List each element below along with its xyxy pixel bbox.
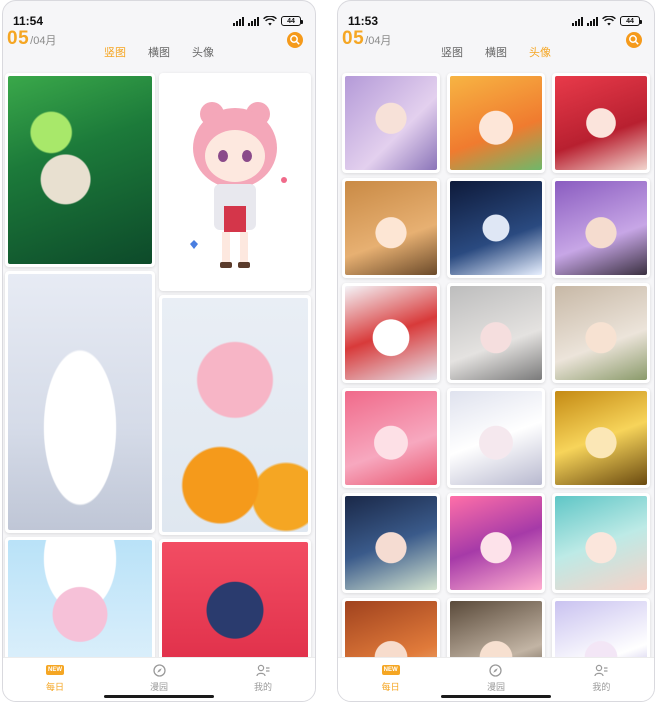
- wallpaper-masonry-grid: [3, 69, 315, 659]
- avatar-image: [345, 391, 437, 485]
- search-icon: [629, 35, 639, 45]
- profile-icon: [255, 663, 271, 677]
- avatar-card[interactable]: [552, 598, 650, 659]
- nav-label: 漫园: [486, 682, 505, 692]
- search-icon: [290, 35, 300, 45]
- wifi-icon: [602, 16, 616, 26]
- phone-screen-avatars: 11:53 44 05 /04月 竖图 横图 头像 NEW 每日 漫园 我的: [337, 0, 655, 702]
- status-icons: 44: [233, 16, 303, 26]
- wallpaper-card[interactable]: [5, 73, 155, 267]
- nav-mine[interactable]: 我的: [211, 658, 315, 701]
- nav-daily[interactable]: NEW 每日: [338, 658, 443, 701]
- wallpaper-image-orange-girl: [162, 298, 308, 532]
- tab-portrait[interactable]: 竖图: [441, 44, 463, 60]
- cellular-signal-icon: [572, 16, 583, 26]
- nav-label: 漫园: [149, 682, 168, 692]
- wallpaper-image-forest-girl: [8, 76, 152, 264]
- compass-icon: [151, 663, 167, 677]
- cellular-signal-2-icon: [587, 16, 598, 26]
- avatar-image: [345, 181, 437, 275]
- avatar-image: [450, 181, 542, 275]
- home-indicator[interactable]: [104, 695, 214, 698]
- avatar-card[interactable]: [552, 388, 650, 488]
- avatar-card[interactable]: [447, 598, 545, 659]
- nav-label: 我的: [592, 682, 611, 692]
- avatar-card[interactable]: [447, 178, 545, 278]
- wallpaper-card[interactable]: [5, 271, 155, 533]
- avatar-image: [450, 286, 542, 380]
- wallpaper-card[interactable]: [159, 295, 311, 535]
- avatar-card[interactable]: [447, 73, 545, 173]
- wallpaper-card[interactable]: [159, 73, 311, 291]
- avatar-card[interactable]: [552, 283, 650, 383]
- battery-icon: 44: [620, 16, 642, 26]
- home-indicator[interactable]: [441, 695, 551, 698]
- avatar-image: [450, 601, 542, 659]
- avatar-image: [555, 286, 647, 380]
- nav-label: 每日: [381, 682, 400, 692]
- avatar-card[interactable]: [552, 493, 650, 593]
- avatar-card[interactable]: [342, 178, 440, 278]
- avatar-image: [345, 76, 437, 170]
- category-tabs: 竖图 横图 头像: [338, 44, 654, 60]
- tab-landscape[interactable]: 横图: [148, 44, 170, 60]
- avatar-grid: [338, 69, 654, 659]
- chibi-illustration: [190, 102, 287, 268]
- avatar-card[interactable]: [342, 73, 440, 173]
- nav-label: 我的: [253, 682, 272, 692]
- category-tabs: 竖图 横图 头像: [3, 44, 315, 60]
- avatar-card[interactable]: [447, 493, 545, 593]
- new-badge-icon: NEW: [381, 665, 400, 675]
- nav-mine[interactable]: 我的: [549, 658, 654, 701]
- wallpaper-card[interactable]: [5, 537, 155, 659]
- wallpaper-image-cat-ear-boy: [162, 542, 308, 659]
- nav-daily[interactable]: NEW 每日: [3, 658, 107, 701]
- battery-icon: 44: [281, 16, 303, 26]
- new-badge-icon: NEW: [46, 665, 64, 675]
- nav-label: 每日: [45, 682, 64, 692]
- tab-landscape[interactable]: 横图: [485, 44, 507, 60]
- tab-avatar[interactable]: 头像: [529, 44, 551, 60]
- avatar-card[interactable]: [447, 388, 545, 488]
- status-bar: 11:54 44: [3, 1, 315, 29]
- avatar-image: [555, 601, 647, 659]
- wallpaper-card[interactable]: [159, 539, 311, 659]
- wallpaper-image-white-robe-girl: [8, 274, 152, 530]
- avatar-image: [555, 391, 647, 485]
- status-bar: 11:53 44: [338, 1, 654, 29]
- avatar-image: [450, 76, 542, 170]
- avatar-card[interactable]: [552, 73, 650, 173]
- avatar-card[interactable]: [342, 283, 440, 383]
- status-time: 11:53: [348, 14, 379, 28]
- tab-avatar[interactable]: 头像: [192, 44, 214, 60]
- avatar-image: [555, 496, 647, 590]
- avatar-image: [345, 496, 437, 590]
- avatar-card[interactable]: [342, 493, 440, 593]
- avatar-card[interactable]: [447, 283, 545, 383]
- compass-icon: [488, 663, 504, 677]
- avatar-card[interactable]: [342, 598, 440, 659]
- avatar-image: [345, 601, 437, 659]
- avatar-card[interactable]: [342, 388, 440, 488]
- avatar-image: [450, 496, 542, 590]
- search-button[interactable]: [287, 32, 303, 48]
- cellular-signal-2-icon: [248, 16, 259, 26]
- profile-icon: [593, 663, 609, 677]
- avatar-image: [450, 391, 542, 485]
- search-button[interactable]: [626, 32, 642, 48]
- avatar-image: [345, 286, 437, 380]
- avatar-image: [555, 181, 647, 275]
- avatar-card[interactable]: [552, 178, 650, 278]
- wallpaper-image-chibi-girl: [162, 76, 308, 288]
- cellular-signal-icon: [233, 16, 244, 26]
- wifi-icon: [263, 16, 277, 26]
- status-icons: 44: [572, 16, 642, 26]
- tab-portrait[interactable]: 竖图: [104, 44, 126, 60]
- phone-screen-portrait: 11:54 44 05 /04月 竖图 横图 头像 NEW 每日 漫园 我的: [2, 0, 316, 702]
- status-time: 11:54: [13, 14, 44, 28]
- wallpaper-image-hat-girl: [8, 540, 152, 659]
- avatar-image: [555, 76, 647, 170]
